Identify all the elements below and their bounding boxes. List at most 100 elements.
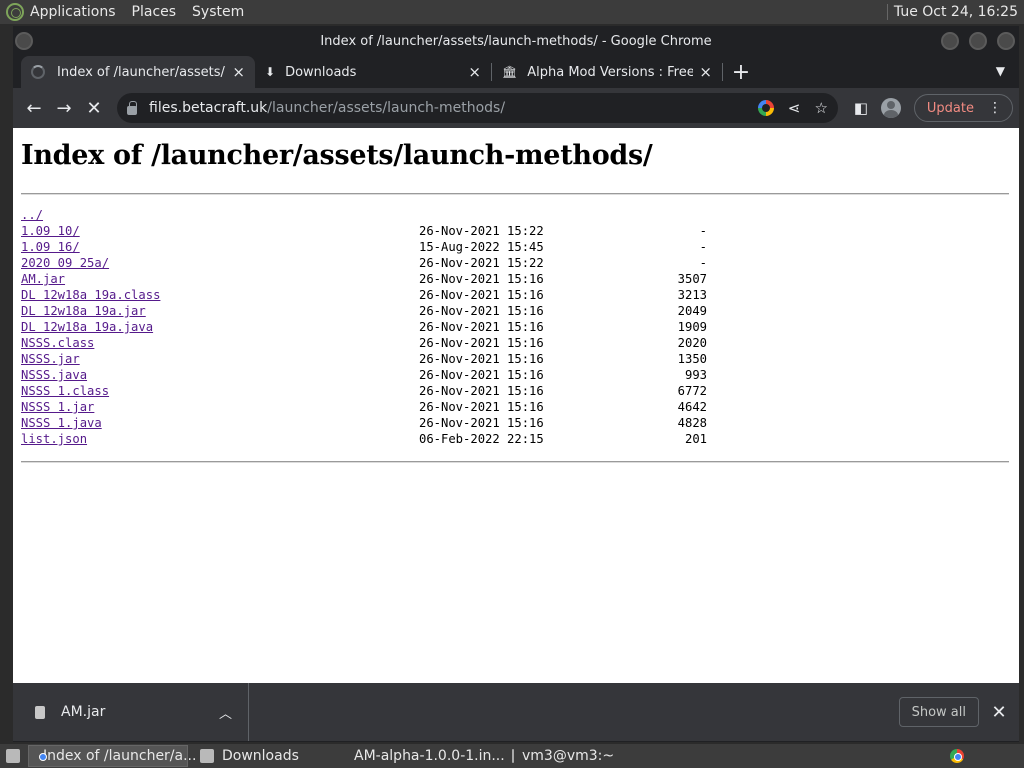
file-link[interactable]: DL 12w18a 19a.class — [21, 287, 419, 303]
profile-button[interactable] — [876, 93, 906, 123]
tab-search-chevron-icon[interactable]: ▼ — [996, 64, 1005, 78]
taskbar-item-label: AM-alpha-1.0.0-1.in... — [354, 748, 505, 764]
avatar-icon — [880, 98, 901, 118]
tab-index[interactable]: Index of /launcher/assets/launch-methods… — [21, 56, 255, 88]
taskbar: Index of /launcher/a... Downloads AM-alpha… — [0, 744, 1024, 768]
file-size: 4828 — [677, 416, 707, 430]
list-item: NSSS.class 26-Nov-2021 15:16 2020 — [21, 335, 707, 351]
window-title: Index of /launcher/assets/launch-methods… — [320, 33, 712, 49]
terminal-icon — [512, 749, 514, 763]
taskbar-item[interactable]: vm3@vm3:~ — [506, 745, 616, 767]
maximize-icon[interactable] — [969, 32, 987, 50]
download-file-name: AM.jar — [61, 704, 106, 720]
share-icon[interactable]: ⋖ — [788, 99, 801, 117]
file-link[interactable]: 2020 09 25a/ — [21, 255, 419, 271]
file-link[interactable]: AM.jar — [21, 271, 419, 287]
file-date: 26-Nov-2021 15:16 — [419, 400, 544, 414]
chevron-up-icon[interactable]: ︿ — [219, 703, 232, 722]
file-date: 26-Nov-2021 15:16 — [419, 288, 544, 302]
bookmark-star-icon[interactable]: ☆ — [814, 99, 827, 117]
minimize-icon[interactable] — [941, 32, 959, 50]
file-link[interactable]: NSSS.jar — [21, 351, 419, 367]
taskbar-item[interactable]: Downloads — [194, 745, 334, 767]
window-titlebar[interactable]: Index of /launcher/assets/launch-methods… — [13, 26, 1019, 56]
forward-button[interactable]: → — [49, 93, 79, 123]
file-date: 26-Nov-2021 15:16 — [419, 384, 544, 398]
stop-loading-button[interactable]: ✕ — [79, 93, 109, 123]
clock[interactable]: Tue Oct 24, 16:25 — [894, 4, 1018, 20]
taskbar-item[interactable]: Index of /launcher/a... — [28, 745, 196, 767]
list-item: DL 12w18a 19a.class 26-Nov-2021 15:16 3213 — [21, 287, 707, 303]
file-size: 201 — [684, 432, 707, 446]
file-link[interactable]: list.json — [21, 431, 419, 447]
update-button[interactable]: Update ⋮ — [913, 94, 1013, 122]
list-item: AM.jar 26-Nov-2021 15:16 3507 — [21, 271, 707, 287]
tab-alpha-mod[interactable]: 🏛 Alpha Mod Versions : Free Download × — [492, 56, 722, 88]
google-lens-icon[interactable] — [757, 100, 774, 116]
new-tab-button[interactable]: + — [723, 60, 759, 85]
taskbar-item-label: Index of /launcher/a... — [43, 748, 197, 764]
file-date: 26-Nov-2021 15:22 — [419, 256, 544, 270]
close-window-icon[interactable] — [997, 32, 1015, 50]
tray-chrome-icon[interactable] — [950, 749, 964, 763]
menu-applications[interactable]: Applications — [30, 4, 116, 20]
file-link[interactable]: NSSS.class — [21, 335, 419, 351]
file-link[interactable]: 1.09 16/ — [21, 239, 419, 255]
show-all-button[interactable]: Show all — [898, 697, 979, 727]
file-date: 26-Nov-2021 15:16 — [419, 416, 544, 430]
file-size: 3213 — [677, 288, 707, 302]
bank-icon: 🏛 — [502, 65, 518, 79]
file-link[interactable]: NSSS 1.class — [21, 383, 419, 399]
tab-title: Downloads — [285, 64, 357, 80]
list-item: 1.09 10/26-Nov-2021 15:22 - — [21, 223, 707, 239]
more-menu-icon[interactable]: ⋮ — [988, 100, 1002, 116]
download-icon: ⬇ — [265, 65, 276, 79]
lock-icon[interactable] — [127, 100, 137, 115]
file-link[interactable]: NSSS 1.java — [21, 415, 419, 431]
tab-downloads[interactable]: ⬇ Downloads × — [255, 56, 491, 88]
file-icon — [35, 705, 45, 719]
list-item: list.json 06-Feb-2022 22:15 201 — [21, 431, 707, 447]
file-size: 4642 — [677, 400, 707, 414]
menu-places[interactable]: Places — [132, 4, 177, 20]
window-menu-icon[interactable] — [15, 32, 33, 50]
show-desktop-icon[interactable] — [0, 745, 26, 767]
file-link[interactable]: 1.09 10/ — [21, 223, 419, 239]
file-date: 26-Nov-2021 15:16 — [419, 304, 544, 318]
list-item: NSSS.java 26-Nov-2021 15:16 993 — [21, 367, 707, 383]
file-size: 2049 — [677, 304, 707, 318]
tab-strip: Index of /launcher/assets/launch-methods… — [13, 56, 1019, 88]
taskbar-item[interactable]: AM-alpha-1.0.0-1.in... — [340, 745, 505, 767]
list-item: NSSS 1.java 26-Nov-2021 15:16 4828 — [21, 415, 707, 431]
side-panel-icon[interactable]: ◧ — [846, 93, 876, 123]
file-size: - — [699, 240, 707, 254]
browser-toolbar: ← → ✕ files.betacraft.uk/launcher/assets… — [13, 88, 1019, 128]
file-size: 993 — [684, 368, 707, 382]
back-button[interactable]: ← — [19, 93, 49, 123]
file-link[interactable]: DL 12w18a 19a.jar — [21, 303, 419, 319]
file-link[interactable]: NSSS.java — [21, 367, 419, 383]
close-tab-icon[interactable]: × — [699, 63, 712, 81]
close-tab-icon[interactable]: × — [232, 63, 245, 81]
update-label: Update — [926, 100, 974, 116]
file-date: 06-Feb-2022 22:15 — [419, 432, 544, 446]
distro-logo-icon[interactable] — [6, 3, 24, 21]
close-tab-icon[interactable]: × — [468, 63, 481, 81]
download-item[interactable]: AM.jar ︿ — [13, 683, 249, 741]
list-item: NSSS 1.class 26-Nov-2021 15:16 6772 — [21, 383, 707, 399]
browser-window: Index of /launcher/assets/launch-methods… — [13, 26, 1019, 742]
menu-system[interactable]: System — [192, 4, 244, 20]
taskbar-item-label: vm3@vm3:~ — [522, 748, 615, 764]
tab-title: Alpha Mod Versions : Free Download — [527, 64, 694, 80]
parent-dir-link[interactable]: ../ — [21, 207, 419, 223]
file-date: 26-Nov-2021 15:16 — [419, 272, 544, 286]
top-panel: Applications Places System Tue Oct 24, 1… — [0, 0, 1024, 24]
close-shelf-icon[interactable]: ✕ — [979, 702, 1019, 723]
list-item: 2020 09 25a/26-Nov-2021 15:22 - — [21, 255, 707, 271]
tab-title: Index of /launcher/assets/launch-methods… — [57, 64, 226, 80]
page-viewport: Index of /launcher/assets/launch-methods… — [13, 128, 1019, 683]
file-date: 15-Aug-2022 15:45 — [419, 240, 544, 254]
address-bar[interactable]: files.betacraft.uk/launcher/assets/launc… — [117, 93, 838, 123]
file-link[interactable]: DL 12w18a 19a.java — [21, 319, 419, 335]
file-link[interactable]: NSSS 1.jar — [21, 399, 419, 415]
